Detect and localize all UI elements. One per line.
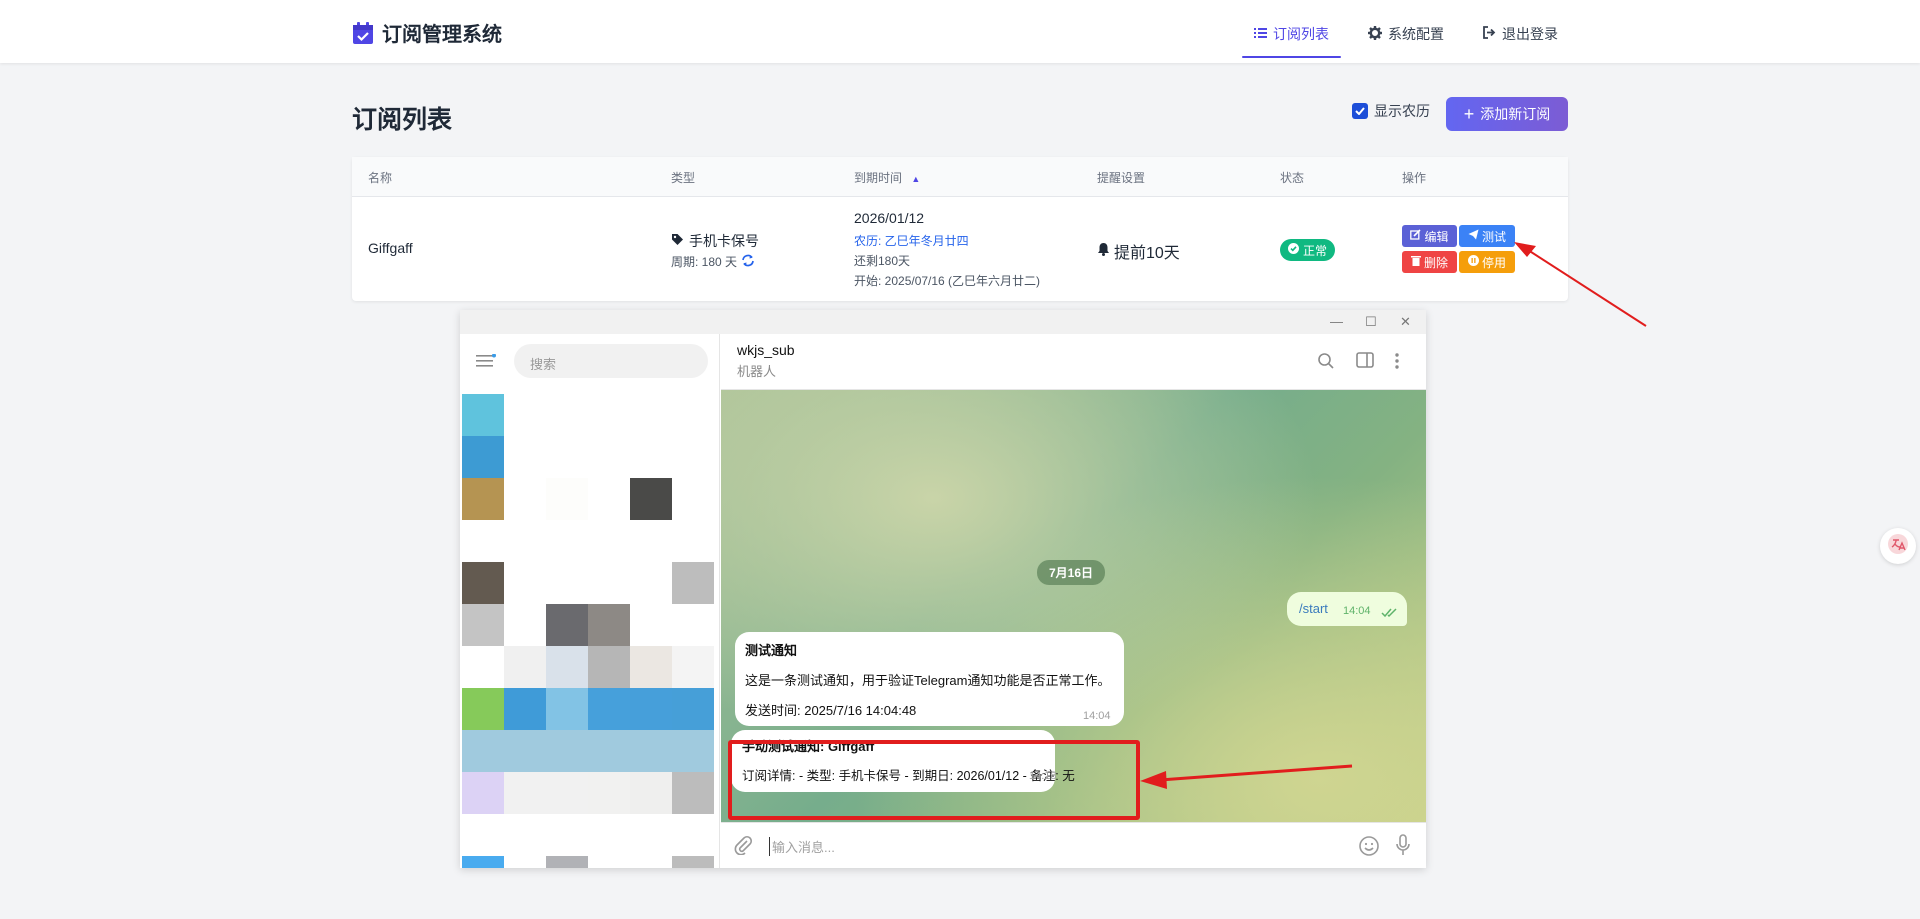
annotation-arrows bbox=[1140, 242, 1647, 789]
arrow-to-test-button bbox=[1514, 242, 1647, 327]
translate-icon bbox=[1887, 533, 1909, 560]
arrow-to-message bbox=[1140, 764, 1353, 789]
translate-widget[interactable] bbox=[1880, 528, 1916, 564]
